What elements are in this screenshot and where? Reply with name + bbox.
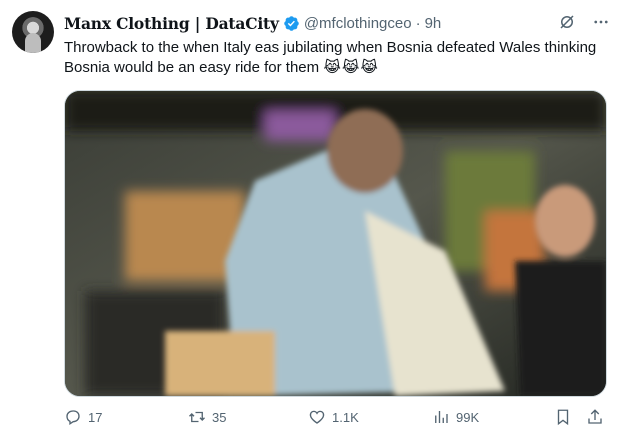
views-count: 99K (456, 409, 480, 425)
share-button[interactable] (586, 408, 604, 426)
like-button[interactable]: 1.1K (308, 408, 359, 426)
tweet-text: Throwback to the when Italy eas jubilati… (64, 38, 612, 78)
heart-icon (309, 410, 325, 424)
verified-badge-icon (284, 15, 299, 31)
reply-icon (66, 410, 80, 426)
reply-count: 17 (88, 409, 103, 425)
timestamp[interactable]: 9h (425, 15, 442, 32)
tweet-emojis: 😹😹😹 (323, 59, 379, 76)
more-icon[interactable] (592, 13, 610, 34)
separator-dot: · (415, 14, 421, 32)
tweet-video[interactable] (64, 90, 607, 397)
repost-icon (189, 411, 205, 423)
views-button[interactable]: 99K (432, 408, 479, 426)
grok-icon[interactable] (558, 13, 576, 34)
bookmark-button[interactable] (554, 408, 572, 426)
repost-count: 35 (212, 409, 227, 425)
reply-button[interactable]: 17 (64, 408, 102, 426)
views-icon (435, 411, 448, 423)
repost-button[interactable]: 35 (188, 408, 226, 426)
like-count: 1.1K (332, 409, 359, 425)
avatar[interactable] (12, 11, 54, 53)
bookmark-icon (557, 409, 569, 426)
video-frame (65, 91, 606, 396)
tweet-header: Manx Clothing | DataCity @mfclothingceo … (64, 12, 610, 34)
share-icon (588, 409, 602, 424)
author-handle[interactable]: @mfclothingceo (304, 15, 412, 32)
author-name[interactable]: Manx Clothing | DataCity (64, 14, 279, 33)
action-bar: 17 35 1.1K 99K (64, 404, 610, 430)
